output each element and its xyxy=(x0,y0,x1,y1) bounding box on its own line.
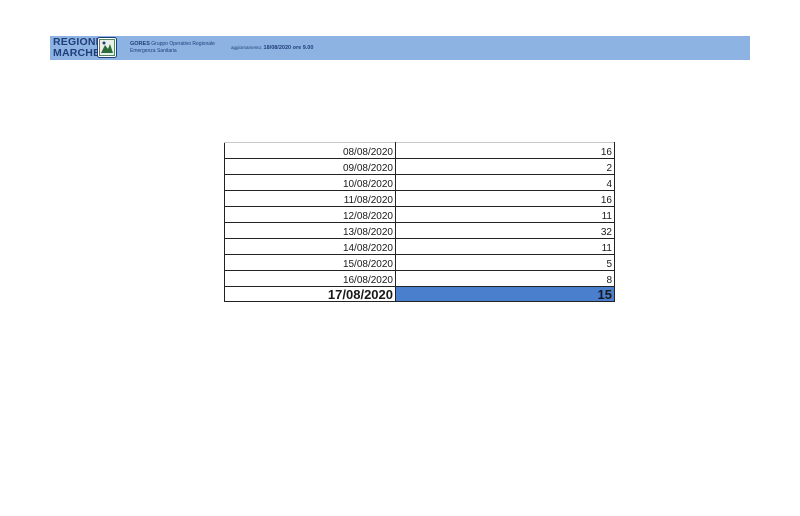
date-cell: 15/08/2020 xyxy=(224,254,396,271)
table-row: 14/08/2020 11 xyxy=(224,238,615,255)
logo-line-2: MARCHE xyxy=(53,46,101,59)
update-value: 18/08/2020 ore 9.00 xyxy=(263,45,314,51)
table-row: 13/08/2020 32 xyxy=(224,222,615,239)
table-row: 10/08/2020 4 xyxy=(224,174,615,191)
table-row: 09/08/2020 2 xyxy=(224,158,615,175)
date-cell: 14/08/2020 xyxy=(224,238,396,255)
table-row: 15/08/2020 5 xyxy=(224,254,615,271)
org-desc-line-1: Gruppo Operativo Regionale xyxy=(151,41,215,47)
update-block: aggiornamento: 18/08/2020 ore 9.00 xyxy=(231,44,313,52)
value-cell: 11 xyxy=(395,238,615,255)
table-row: 08/08/2020 16 xyxy=(224,142,615,159)
value-cell: 5 xyxy=(395,254,615,271)
value-cell: 4 xyxy=(395,174,615,191)
date-cell: 08/08/2020 xyxy=(224,142,396,159)
org-name: GORES xyxy=(130,41,150,47)
org-block: GORES Gruppo Operativo Regionale Emergen… xyxy=(130,41,215,55)
date-cell: 16/08/2020 xyxy=(224,270,396,287)
header-banner: REGIONE MARCHE GORES Gruppo Operativo Re… xyxy=(50,36,750,60)
latest-value-cell: 15 xyxy=(395,286,615,302)
table-row: 11/08/2020 16 xyxy=(224,190,615,207)
region-emblem-icon xyxy=(97,37,117,58)
date-cell: 11/08/2020 xyxy=(224,190,396,207)
regione-marche-logo: REGIONE MARCHE xyxy=(53,37,103,58)
date-cell: 13/08/2020 xyxy=(224,222,396,239)
latest-date-cell: 17/08/2020 xyxy=(224,286,396,302)
date-cell: 09/08/2020 xyxy=(224,158,396,175)
value-cell: 11 xyxy=(395,206,615,223)
value-cell: 16 xyxy=(395,142,615,159)
daily-cases-table: 08/08/2020 16 09/08/2020 2 10/08/2020 4 11/08/… xyxy=(224,142,615,302)
value-cell: 8 xyxy=(395,270,615,287)
logo-line-1: REGIONE xyxy=(53,36,103,48)
org-desc-line-2: Emergenza Sanitaria xyxy=(130,48,177,54)
value-cell: 2 xyxy=(395,158,615,175)
value-cell: 32 xyxy=(395,222,615,239)
date-cell: 12/08/2020 xyxy=(224,206,396,223)
table-row: 16/08/2020 8 xyxy=(224,270,615,287)
table-row-latest: 17/08/2020 15 xyxy=(224,286,615,302)
value-cell: 16 xyxy=(395,190,615,207)
update-label: aggiornamento: xyxy=(231,45,263,50)
table-row: 12/08/2020 11 xyxy=(224,206,615,223)
date-cell: 10/08/2020 xyxy=(224,174,396,191)
